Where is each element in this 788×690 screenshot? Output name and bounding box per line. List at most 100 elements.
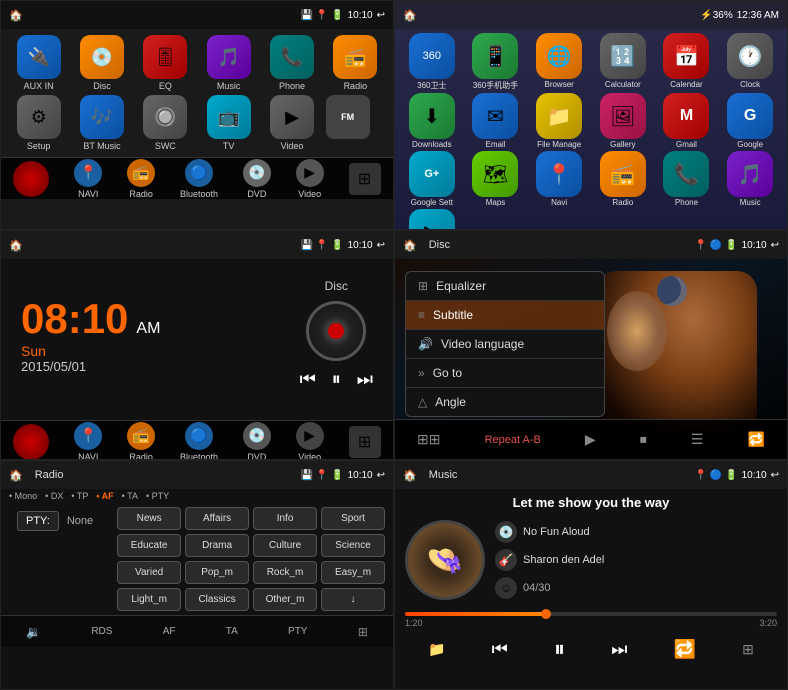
app-maps[interactable]: 🗺Maps: [465, 151, 527, 207]
app-disc[interactable]: 💿 Disc: [72, 35, 131, 91]
dvd-player-panel: 🏠Disc 📍 🔵 🔋 10:10 ↩ ⊞Equalizer ≡Subtitle…: [394, 230, 788, 460]
app-file-manager[interactable]: 📁File Manage: [528, 93, 590, 149]
app-navi-2[interactable]: 📍Navi: [528, 151, 590, 207]
app-music-2[interactable]: 🎵Music: [719, 151, 781, 207]
app-radio-2[interactable]: 📻Radio: [592, 151, 654, 207]
progress-times: 1:20 3:20: [405, 618, 777, 628]
pty-science[interactable]: Science: [321, 534, 385, 557]
back-icon-1[interactable]: ↩: [377, 10, 385, 21]
repeat-ab-label[interactable]: Repeat A-B: [485, 434, 541, 446]
pty-light-m[interactable]: Light_m: [117, 588, 181, 611]
menu-goto[interactable]: »Go to: [406, 359, 604, 388]
app-tv[interactable]: 📺 TV: [199, 95, 258, 151]
dvd-menu-button[interactable]: ⊞⊞: [417, 431, 440, 448]
car-button[interactable]: [13, 161, 49, 197]
status-bar-panel2: 🏠 ⚡36% 12:36 AM: [395, 1, 787, 29]
pty-info[interactable]: Info: [253, 507, 317, 530]
app-phone[interactable]: 📞 Phone: [262, 35, 321, 91]
prev-track-button[interactable]: ⏮: [492, 639, 508, 660]
pty-other-m[interactable]: Other_m: [253, 588, 317, 611]
status-bar-panel4: 🏠Disc 📍 🔵 🔋 10:10 ↩: [395, 231, 787, 259]
pty-down-arrow[interactable]: ↓: [321, 588, 385, 611]
artist-text: No Fun Aloud: [523, 526, 590, 538]
pty-drama[interactable]: Drama: [185, 534, 249, 557]
nav-navi-3[interactable]: 📍NAVI: [74, 422, 102, 461]
app-aux-in[interactable]: 🔌 AUX IN: [9, 35, 68, 91]
pty-bottom-button[interactable]: PTY: [288, 626, 307, 637]
pty-rock-m[interactable]: Rock_m: [253, 561, 317, 584]
pty-educate[interactable]: Educate: [117, 534, 181, 557]
settings-icon[interactable]: ⊞: [358, 625, 368, 639]
dvd-play-button[interactable]: ▶: [585, 431, 596, 448]
app-phone-2[interactable]: 📞Phone: [656, 151, 718, 207]
pty-classics[interactable]: Classics: [185, 588, 249, 611]
pty-pop-m[interactable]: Pop_m: [185, 561, 249, 584]
app-google-settings[interactable]: G+Google Sett: [401, 151, 463, 207]
repeat-button[interactable]: 🔁: [674, 639, 696, 660]
nav-dvd-3[interactable]: 💿DVD: [243, 422, 271, 461]
nav-radio-3[interactable]: 📻Radio: [127, 422, 155, 461]
app-google[interactable]: GGoogle: [719, 93, 781, 149]
af-button[interactable]: AF: [163, 626, 176, 637]
status-icons-6: 📍 🔵 🔋: [695, 470, 738, 481]
music-label: Music: [217, 81, 241, 91]
app-eq[interactable]: 🎚 EQ: [136, 35, 195, 91]
pty-affairs[interactable]: Affairs: [185, 507, 249, 530]
grid-button-3[interactable]: ⊞: [349, 426, 381, 458]
nav-navi[interactable]: 📍 NAVI: [74, 159, 102, 199]
menu-video-language[interactable]: 🔊Video language: [406, 330, 604, 359]
nav-radio[interactable]: 📻 Radio: [127, 159, 155, 199]
pty-news[interactable]: News: [117, 507, 181, 530]
app-gallery[interactable]: 🖼Gallery: [592, 93, 654, 149]
next-track-button[interactable]: ⏭: [611, 639, 627, 660]
app-video-player[interactable]: ▶VideoPlayer: [401, 209, 463, 230]
dvd-stop-button[interactable]: ⏹: [640, 431, 647, 448]
play-pause-button[interactable]: ⏸: [332, 369, 341, 390]
app-clock[interactable]: 🕐Clock: [719, 33, 781, 91]
next-button[interactable]: ⏭: [357, 369, 373, 390]
back-icon-5[interactable]: ↩: [377, 470, 385, 481]
ta-button[interactable]: TA: [226, 626, 238, 637]
menu-angle[interactable]: △Angle: [406, 388, 604, 416]
nav-bluetooth-3[interactable]: 🔵Bluetooth: [180, 422, 218, 461]
dvd-repeat-button[interactable]: 🔁: [748, 431, 765, 448]
folder-icon[interactable]: 📁: [428, 641, 445, 658]
app-setup[interactable]: ⚙ Setup: [9, 95, 68, 151]
app-360-guard[interactable]: 360360卫士: [401, 33, 463, 91]
play-pause-music-button[interactable]: ⏸: [554, 636, 565, 662]
app-email[interactable]: ✉Email: [465, 93, 527, 149]
app-radio[interactable]: 📻 Radio: [326, 35, 385, 91]
app-360-assistant[interactable]: 📱360手机助手: [465, 33, 527, 91]
back-icon-3[interactable]: ↩: [377, 240, 385, 251]
pty-culture[interactable]: Culture: [253, 534, 317, 557]
nav-video-3[interactable]: ▶Video: [296, 422, 324, 461]
back-icon-4[interactable]: ↩: [771, 240, 779, 251]
app-downloads[interactable]: ⬇Downloads: [401, 93, 463, 149]
back-icon-6[interactable]: ↩: [771, 470, 779, 481]
pty-easy-m[interactable]: Easy_m: [321, 561, 385, 584]
music-settings-icon[interactable]: ⊞: [742, 641, 754, 658]
pty-varied[interactable]: Varied: [117, 561, 181, 584]
prev-button[interactable]: ⏮: [300, 369, 316, 390]
app-calculator[interactable]: 🔢Calculator: [592, 33, 654, 91]
dvd-list-button[interactable]: ☰: [691, 431, 704, 448]
nav-dvd[interactable]: 💿 DVD: [243, 159, 271, 199]
app-gmail[interactable]: MGmail: [656, 93, 718, 149]
grid-button[interactable]: ⊞: [349, 163, 381, 195]
app-music[interactable]: 🎵 Music: [199, 35, 258, 91]
app-browser[interactable]: 🌐Browser: [528, 33, 590, 91]
nav-video[interactable]: ▶ Video: [296, 159, 324, 199]
menu-equalizer[interactable]: ⊞Equalizer: [406, 272, 604, 301]
car-button-3[interactable]: [13, 424, 49, 460]
nav-bluetooth[interactable]: 🔵 Bluetooth: [180, 159, 218, 199]
progress-bar[interactable]: [405, 612, 777, 616]
album-text: Sharon den Adel: [523, 554, 604, 566]
app-calendar[interactable]: 📅Calendar: [656, 33, 718, 91]
rds-button[interactable]: RDS: [91, 626, 112, 637]
vol-down-icon[interactable]: 🔉: [26, 625, 41, 639]
pty-sport[interactable]: Sport: [321, 507, 385, 530]
app-bt-music[interactable]: 🎶 BT Music: [72, 95, 131, 151]
menu-subtitle[interactable]: ≡Subtitle: [406, 301, 604, 330]
app-swc[interactable]: 🔘 SWC: [136, 95, 195, 151]
app-video[interactable]: ▶ Video: [262, 95, 321, 151]
